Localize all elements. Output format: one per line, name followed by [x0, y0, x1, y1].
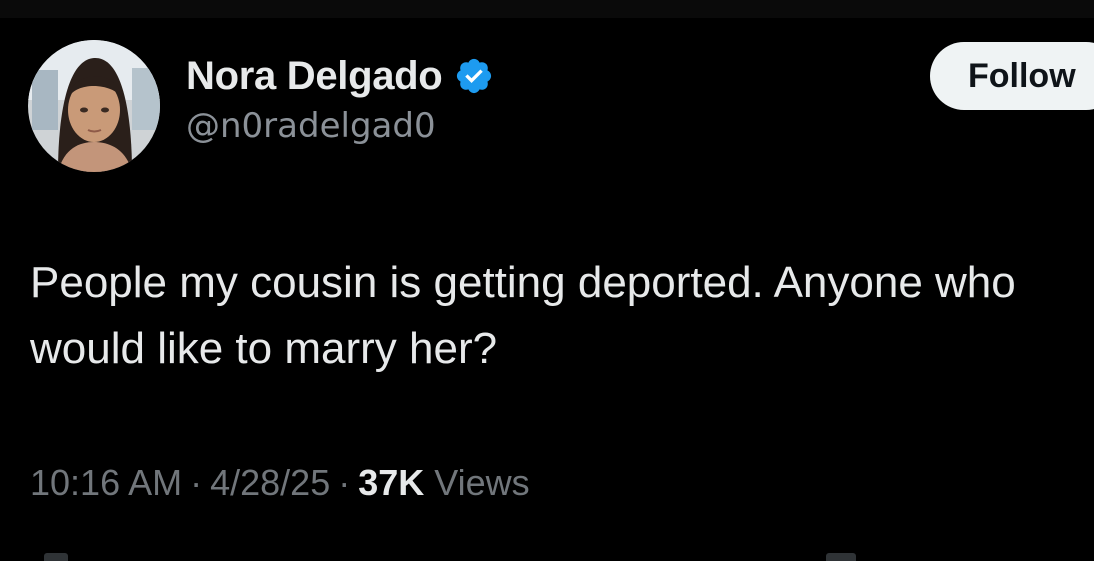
action-bar-edge	[826, 553, 856, 561]
tweet-text: People my cousin is getting deported. An…	[30, 258, 1016, 373]
views-count: 37K	[358, 462, 425, 503]
verified-badge-icon	[457, 58, 492, 94]
follow-button[interactable]: Follow	[930, 42, 1094, 110]
profile-photo-icon	[28, 40, 160, 172]
avatar[interactable]	[28, 40, 160, 172]
tweet-time[interactable]: 10:16 AM	[30, 462, 182, 503]
tweet-meta: 10:16 AM · 4/28/25 · 37K Views	[30, 462, 530, 504]
top-edge	[0, 0, 1094, 18]
meta-separator: ·	[190, 462, 203, 503]
meta-separator: ·	[338, 462, 351, 503]
views-label: Views	[434, 462, 530, 503]
author-name-row: Nora Delgado	[186, 52, 494, 100]
author-handle[interactable]: @n0radelgad0	[186, 106, 436, 146]
action-bar-edge	[44, 553, 68, 561]
tweet-date[interactable]: 4/28/25	[210, 462, 330, 503]
author-display-name[interactable]: Nora Delgado	[186, 54, 443, 99]
